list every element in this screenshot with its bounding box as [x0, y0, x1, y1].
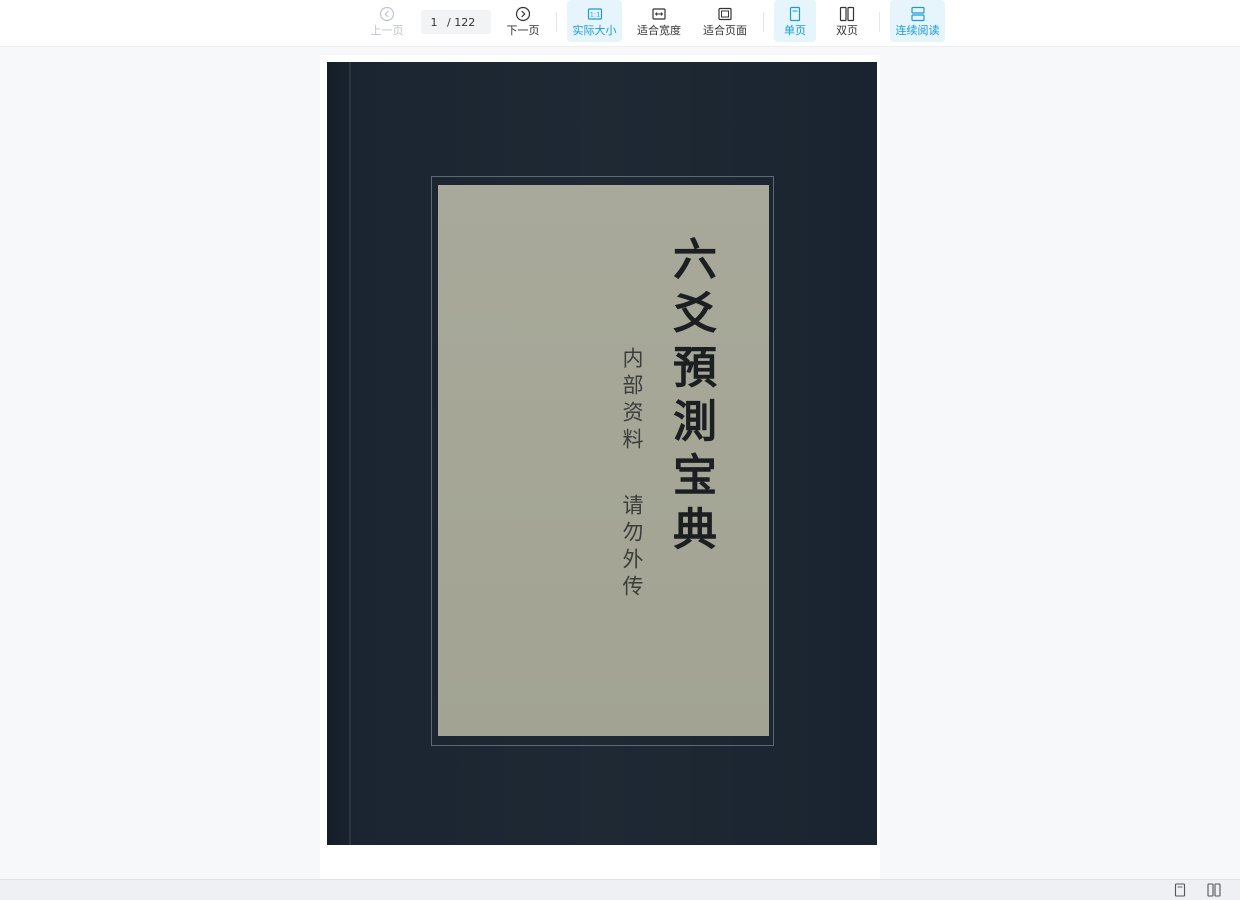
single-page-icon	[789, 6, 801, 21]
chevron-right-circle-icon	[515, 6, 531, 21]
page-number-input[interactable]	[421, 15, 447, 29]
continuous-scroll-icon	[910, 6, 925, 21]
toolbar: 上一页 / 122 下一页 1:1 实际大小 适合宽度 适合页面 单页 双页 连…	[0, 0, 1240, 47]
actual-size-label: 实际大小	[572, 23, 617, 37]
single-page-icon	[1174, 883, 1186, 897]
cover-note-internal: 内部资料	[620, 347, 644, 455]
cover-title: 六爻預測宝典	[665, 236, 716, 560]
book-cover-page: 六爻預測宝典 内部资料 请勿外传	[327, 62, 877, 845]
status-bar	[0, 879, 1240, 900]
fit-page-label: 适合页面	[703, 23, 747, 37]
next-page-label: 下一页	[506, 23, 540, 37]
single-page-label: 单页	[784, 23, 806, 37]
double-page-icon	[1207, 883, 1221, 897]
toolbar-divider	[879, 12, 880, 32]
double-page-button[interactable]: 双页	[826, 0, 868, 42]
fit-page-button[interactable]: 适合页面	[699, 0, 751, 42]
double-page-label: 双页	[836, 23, 858, 37]
cover-spine-line	[349, 62, 351, 845]
page-total: / 122	[447, 15, 476, 29]
continuous-reading-label: 连续阅读	[895, 23, 940, 37]
fit-width-label: 适合宽度	[637, 23, 681, 37]
actual-size-icon: 1:1	[587, 7, 602, 20]
next-page-button[interactable]: 下一页	[502, 0, 544, 42]
toolbar-divider	[556, 12, 557, 32]
single-page-button[interactable]: 单页	[774, 0, 816, 42]
prev-page-button[interactable]: 上一页	[366, 0, 408, 42]
fit-width-icon	[652, 7, 666, 20]
double-page-icon	[839, 6, 855, 21]
cover-note-confidential: 请勿外传	[620, 494, 644, 602]
fit-page-icon	[718, 7, 732, 20]
actual-size-button[interactable]: 1:1 实际大小	[567, 0, 622, 42]
fit-width-button[interactable]: 适合宽度	[634, 0, 684, 42]
toolbar-divider	[763, 12, 764, 32]
page-indicator: / 122	[421, 10, 491, 34]
document-viewer[interactable]: 六爻預測宝典 内部资料 请勿外传	[0, 47, 1240, 879]
status-single-page-button[interactable]	[1173, 883, 1187, 897]
continuous-reading-button[interactable]: 连续阅读	[890, 0, 945, 42]
status-double-page-button[interactable]	[1207, 883, 1221, 897]
prev-page-label: 上一页	[370, 23, 404, 37]
chevron-left-circle-icon	[379, 6, 395, 21]
actual-size-glyph: 1:1	[589, 10, 599, 18]
